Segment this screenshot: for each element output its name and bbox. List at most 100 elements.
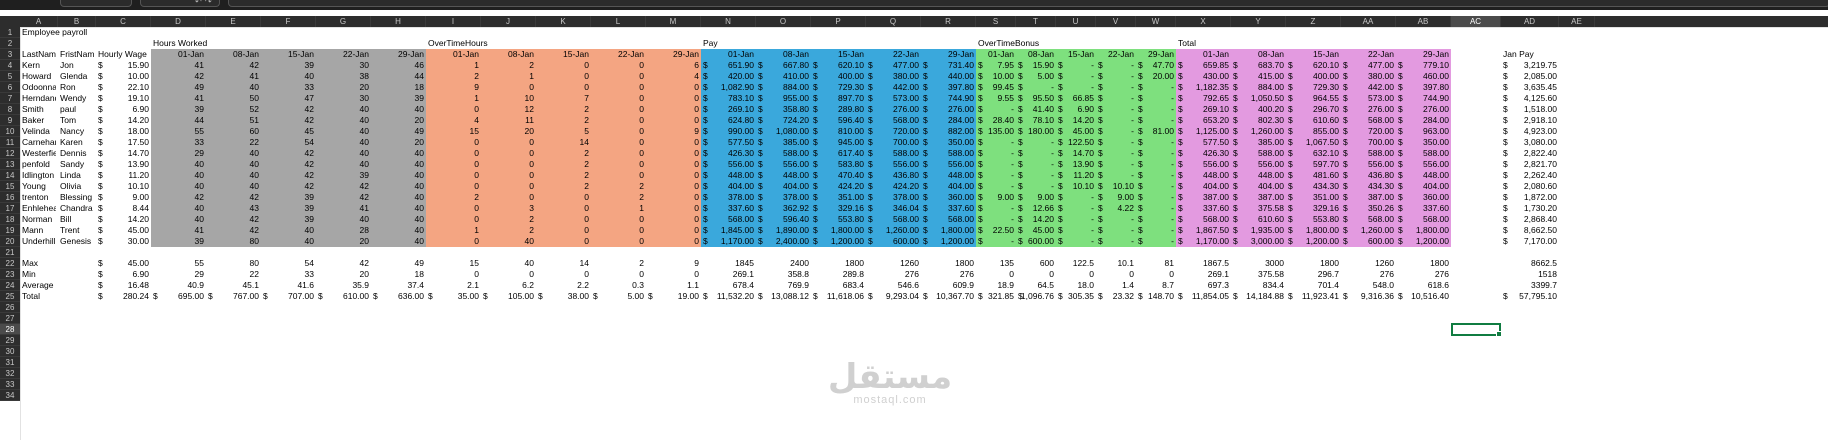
pay-cell[interactable]: 556.00 [703,159,754,170]
column-header-t[interactable]: T [1016,16,1056,27]
summary-total-cell[interactable]: 11,923.41 [1288,291,1339,302]
last-name-cell[interactable]: Mann [22,225,56,236]
summary-hours-cell[interactable]: 29 [153,269,204,280]
summary-total-cell[interactable]: 375.58 [1233,269,1284,280]
hours-cell[interactable]: 40 [318,148,369,159]
first-name-cell[interactable]: Chandra [60,203,94,214]
total-cell[interactable]: 1,067.50 [1288,137,1339,148]
row-header[interactable]: 31 [0,357,20,368]
pay-cell[interactable]: 448.00 [758,170,809,181]
total-cell[interactable]: 276.00 [1398,104,1449,115]
total-cell[interactable]: 400.00 [1288,71,1339,82]
pay-cell[interactable]: 588.00 [758,148,809,159]
overtime-hours-cell[interactable]: 0 [538,225,589,236]
pay-cell[interactable]: 1,170.00 [703,236,754,247]
hours-cell[interactable]: 40 [208,159,259,170]
overtime-hours-cell[interactable]: 0 [593,115,644,126]
last-name-cell[interactable]: Baker [22,115,56,126]
pay-cell[interactable]: 1,800.00 [813,225,864,236]
summary-wage[interactable]: 6.90 [98,269,149,280]
overtime-hours-cell[interactable]: 40 [483,236,534,247]
total-cell[interactable]: 387.00 [1178,192,1229,203]
column-header-y[interactable]: Y [1231,16,1286,27]
column-header-o[interactable]: O [756,16,811,27]
date-header[interactable]: 01-Jan [153,49,204,60]
summary-pay-cell[interactable]: 1260 [868,258,919,269]
overtime-hours-cell[interactable]: 2 [483,214,534,225]
hours-cell[interactable]: 40 [263,236,314,247]
overtime-hours-cell[interactable]: 10 [483,93,534,104]
first-name-cell[interactable]: Ron [60,82,94,93]
row-header[interactable]: 3 [0,49,20,60]
hourly-wage-cell[interactable]: 14.20 [98,115,149,126]
overtime-bonus-cell[interactable]: - [1018,148,1054,159]
total-cell[interactable]: 1,800.00 [1398,225,1449,236]
overtime-hours-cell[interactable]: 0 [648,148,699,159]
first-name-cell[interactable]: Wendy [60,93,94,104]
overtime-hours-cell[interactable]: 0 [428,236,479,247]
pay-cell[interactable]: 882.00 [923,126,974,137]
overtime-bonus-cell[interactable]: - [1138,181,1174,192]
pay-cell[interactable]: 351.00 [813,192,864,203]
overtime-bonus-cell[interactable]: 5.00 [1018,71,1054,82]
summary-pay-cell[interactable]: 683.4 [813,280,864,291]
pay-cell[interactable]: 568.00 [923,214,974,225]
active-cell[interactable] [1451,323,1502,337]
pay-cell[interactable]: 617.40 [813,148,864,159]
overtime-hours-cell[interactable]: 0 [428,137,479,148]
summary-pay-cell[interactable]: 546.6 [868,280,919,291]
total-cell[interactable]: 481.60 [1288,170,1339,181]
summary-total-cell[interactable]: 269.1 [1178,269,1229,280]
header-last-name[interactable]: LastName [22,49,56,60]
total-cell[interactable]: 1,182.35 [1178,82,1229,93]
total-cell[interactable]: 337.60 [1398,203,1449,214]
hours-cell[interactable]: 55 [153,126,204,137]
total-cell[interactable]: 404.00 [1233,181,1284,192]
overtime-bonus-cell[interactable]: - [1058,60,1094,71]
date-header[interactable]: 29-Jan [1398,49,1449,60]
summary-hours-cell[interactable]: 49 [373,258,424,269]
overtime-bonus-cell[interactable]: 9.00 [1018,192,1054,203]
summary-overtime-hours-cell[interactable]: 0 [538,269,589,280]
pay-cell[interactable]: 420.00 [703,71,754,82]
summary-pay-cell[interactable]: 609.9 [923,280,974,291]
jan-pay-cell[interactable]: 4,125.60 [1503,93,1557,104]
total-cell[interactable]: 588.00 [1233,148,1284,159]
date-header[interactable]: 01-Jan [1178,49,1229,60]
hourly-wage-cell[interactable]: 8.44 [98,203,149,214]
date-header[interactable]: 15-Jan [538,49,589,60]
formula-bar[interactable] [228,0,1828,7]
pay-cell[interactable]: 1,200.00 [813,236,864,247]
hours-cell[interactable]: 42 [208,192,259,203]
pay-cell[interactable]: 810.00 [813,126,864,137]
last-name-cell[interactable]: Underhill [22,236,56,247]
summary-label[interactable]: Min [22,269,56,280]
total-cell[interactable]: 442.00 [1343,82,1394,93]
jan-pay-cell[interactable]: 1,518.00 [1503,104,1557,115]
overtime-hours-cell[interactable]: 0 [648,236,699,247]
column-header-s[interactable]: S [976,16,1016,27]
total-cell[interactable]: 387.00 [1343,192,1394,203]
row-header[interactable]: 29 [0,335,20,346]
hours-cell[interactable]: 33 [263,82,314,93]
jan-pay-cell[interactable]: 4,923.00 [1503,126,1557,137]
overtime-bonus-cell[interactable]: - [978,137,1014,148]
total-cell[interactable]: 380.00 [1343,71,1394,82]
date-header[interactable]: 22-Jan [868,49,919,60]
overtime-hours-cell[interactable]: 0 [483,170,534,181]
hours-cell[interactable]: 40 [318,159,369,170]
overtime-bonus-cell[interactable]: 45.00 [1018,225,1054,236]
overtime-hours-cell[interactable]: 0 [648,115,699,126]
hours-cell[interactable]: 40 [318,104,369,115]
first-name-cell[interactable]: Olivia [60,181,94,192]
overtime-bonus-cell[interactable]: - [1138,82,1174,93]
hours-cell[interactable]: 46 [373,60,424,71]
hours-cell[interactable]: 60 [208,126,259,137]
total-cell[interactable]: 351.00 [1288,192,1339,203]
overtime-hours-cell[interactable]: 4 [428,115,479,126]
row-header[interactable]: 21 [0,247,20,258]
overtime-bonus-cell[interactable]: - [1138,159,1174,170]
summary-overtime-bonus-cell[interactable]: 0 [1058,269,1094,280]
overtime-bonus-cell[interactable]: - [1018,159,1054,170]
toolbar-box[interactable] [60,0,132,7]
